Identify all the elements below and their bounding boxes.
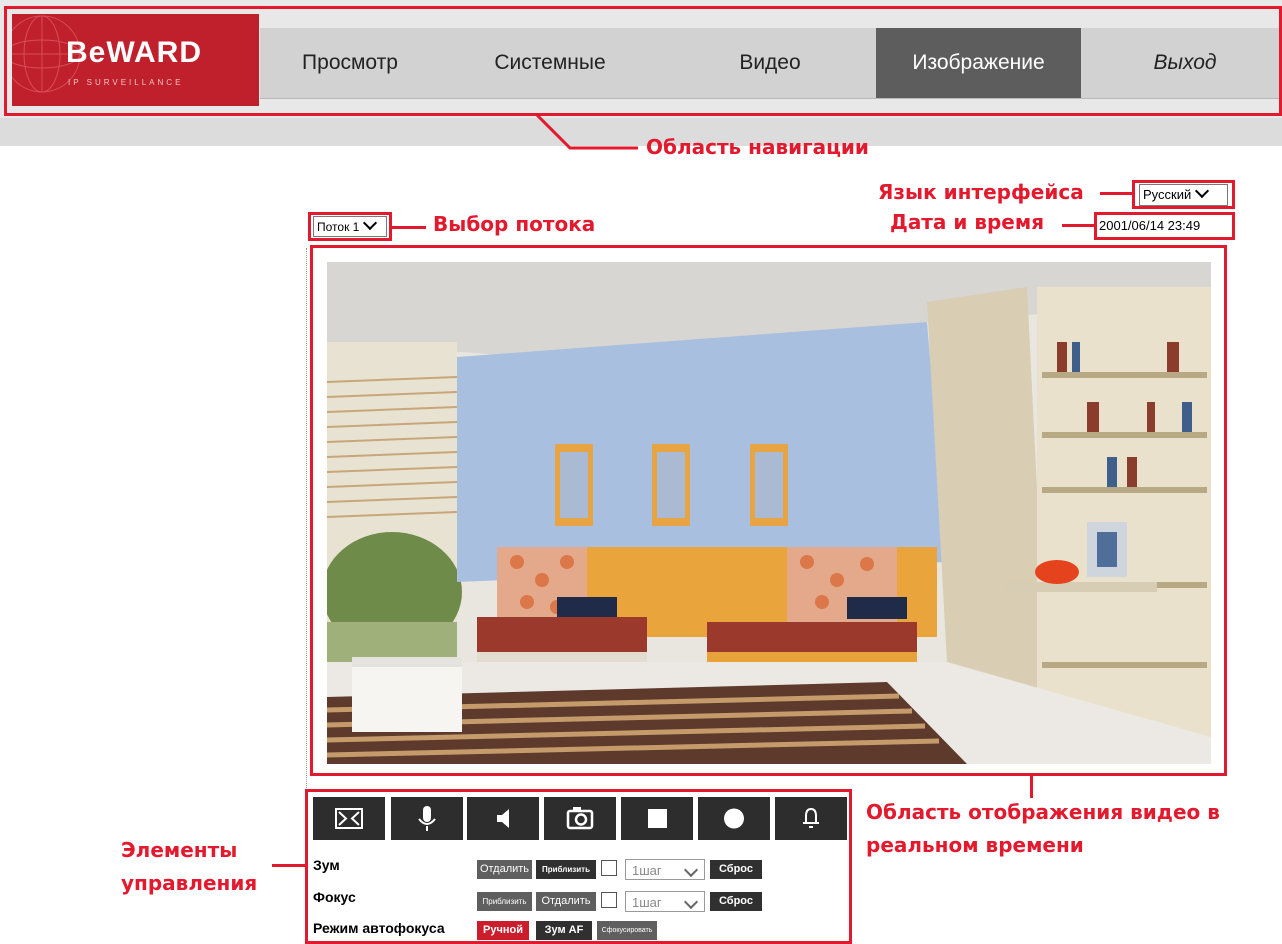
header-band (0, 118, 1282, 146)
stop-button[interactable] (621, 797, 693, 840)
microphone-button[interactable] (391, 797, 463, 840)
controls-callout-line1: Элементы (121, 838, 238, 862)
controls-callout-line2: управления (121, 871, 258, 895)
autofocus-label: Режим автофокуса (313, 920, 445, 936)
speaker-button[interactable] (467, 797, 539, 840)
chevron-down-icon (683, 862, 699, 878)
focus-reset-button[interactable]: Сброс (710, 892, 762, 911)
microphone-icon (418, 806, 436, 831)
zoom-label: Зум (313, 857, 340, 873)
datetime-callout: Дата и время (890, 210, 1045, 234)
focus-step-checkbox[interactable] (601, 892, 617, 908)
stream-callout: Выбор потока (433, 212, 596, 236)
focus-far-button[interactable]: Отдалить (536, 892, 596, 911)
focus-step-select[interactable]: 1шаг (625, 891, 705, 912)
record-icon (724, 808, 744, 829)
record-button[interactable] (698, 797, 770, 840)
snapshot-button[interactable] (544, 797, 616, 840)
alarm-bell-icon (803, 807, 819, 828)
camera-snapshot-icon (566, 807, 594, 830)
navigation-callout-line (534, 112, 638, 150)
live-video-frame (327, 262, 1211, 764)
language-select-value: Русский (1143, 187, 1192, 202)
video-callout-line1: Область отображения видео в (866, 800, 1220, 824)
zoom-step-value: 1шаг (632, 863, 662, 878)
language-callout-line (1100, 192, 1132, 195)
stream-callout-line (392, 226, 426, 229)
zoom-step-select[interactable]: 1шаг (625, 859, 705, 880)
controls-callout-line (272, 864, 305, 867)
video-callout-line2: реальном времени (866, 833, 1084, 857)
language-callout: Язык интерфейса (878, 180, 1084, 204)
navigation-callout: Область навигации (646, 135, 869, 159)
zoom-reset-button[interactable]: Сброс (710, 860, 762, 879)
speaker-icon (497, 809, 509, 828)
fullscreen-icon (335, 808, 363, 829)
fullscreen-button[interactable] (313, 797, 385, 840)
autofocus-manual-button[interactable]: Ручной (477, 921, 529, 940)
datetime-display: 2001/06/14 23:49 (1099, 218, 1201, 233)
focus-now-button[interactable]: Сфокусировать (597, 921, 657, 940)
chevron-down-icon (363, 215, 378, 231)
alarm-button[interactable] (775, 797, 847, 840)
chevron-down-icon (683, 894, 699, 910)
focus-step-value: 1шаг (632, 895, 662, 910)
live-video-view[interactable] (327, 262, 1211, 764)
zoom-step-checkbox[interactable] (601, 860, 617, 876)
stream-select[interactable]: Поток 1 (313, 215, 387, 237)
autofocus-zoom-af-button[interactable]: Зум AF (536, 921, 592, 940)
video-callout-line (1030, 776, 1033, 798)
focus-label: Фокус (313, 889, 356, 905)
stop-icon (648, 809, 667, 828)
datetime-callout-line (1062, 224, 1094, 227)
chevron-down-icon (1195, 183, 1210, 199)
zoom-in-button[interactable]: Приблизить (536, 860, 596, 879)
zoom-out-button[interactable]: Отдалить (477, 860, 532, 879)
navigation-area-highlight (4, 6, 1282, 116)
language-select[interactable]: Русский (1139, 183, 1228, 206)
stream-select-value: Поток 1 (317, 220, 360, 234)
focus-near-button[interactable]: Приблизить (477, 892, 532, 911)
